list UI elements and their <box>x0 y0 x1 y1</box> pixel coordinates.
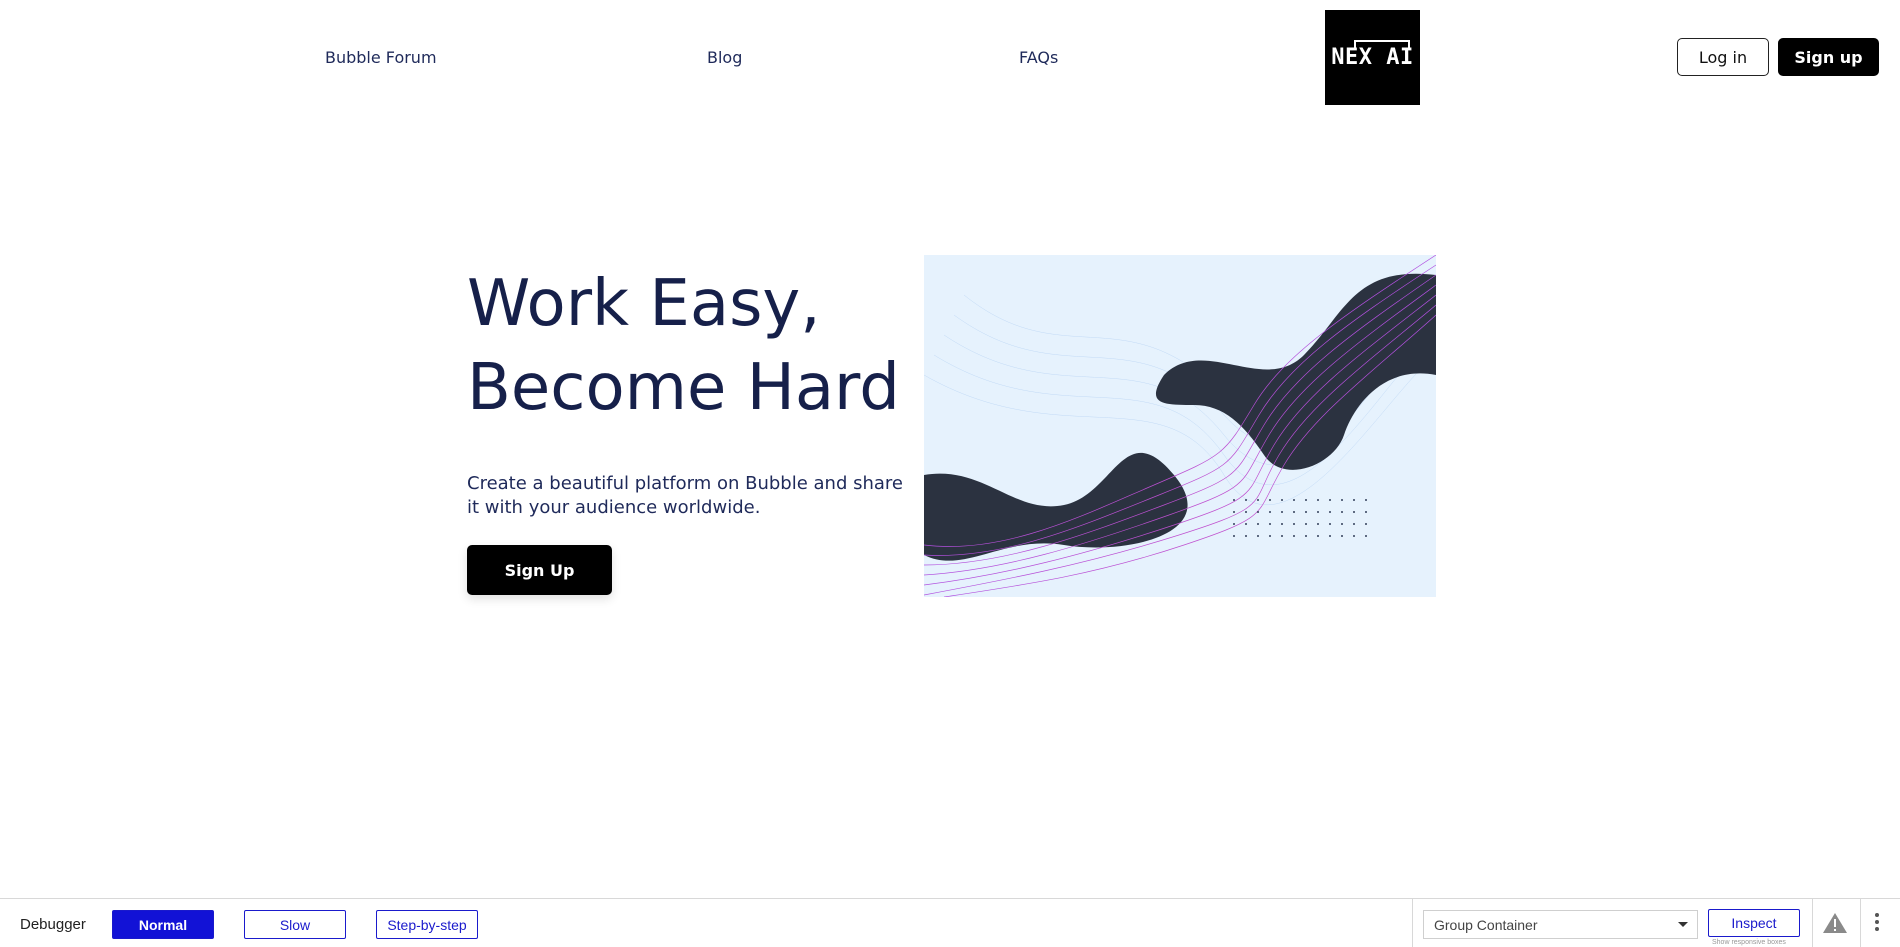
responsive-boxes-toggle[interactable]: Show responsive boxes <box>1712 939 1786 946</box>
nav-bubble-forum[interactable]: Bubble Forum <box>325 48 437 67</box>
divider <box>1812 899 1813 947</box>
logo-text: NEX AI <box>1331 45 1414 70</box>
more-options-icon[interactable] <box>1875 913 1879 934</box>
nav-faqs[interactable]: FAQs <box>1019 48 1058 67</box>
hero-subtitle: Create a beautiful platform on Bubble an… <box>467 473 903 518</box>
debugger-mode-slow[interactable]: Slow <box>244 910 346 939</box>
warning-icon[interactable] <box>1822 912 1848 934</box>
signup-button[interactable]: Sign up <box>1778 38 1879 76</box>
debugger-mode-normal[interactable]: Normal <box>112 910 214 939</box>
hero-signup-button[interactable]: Sign Up <box>467 545 612 595</box>
debugger-label: Debugger <box>20 916 86 933</box>
element-select-value: Group Container <box>1434 917 1538 933</box>
hero-image <box>924 255 1436 597</box>
nav-blog[interactable]: Blog <box>707 48 742 67</box>
chevron-down-icon <box>1678 922 1688 927</box>
login-button[interactable]: Log in <box>1677 38 1769 76</box>
logo[interactable]: NEX AI <box>1325 10 1420 105</box>
element-select[interactable]: Group Container <box>1423 910 1698 939</box>
abstract-wave-illustration <box>924 255 1436 597</box>
divider <box>1860 899 1861 947</box>
debugger-bar: Debugger Normal Slow Step-by-step Group … <box>0 898 1900 947</box>
logo-decoration <box>1354 40 1410 42</box>
hero-title-line2: Become Hard <box>467 351 900 425</box>
divider <box>1412 899 1413 947</box>
debugger-mode-step-by-step[interactable]: Step-by-step <box>376 910 478 939</box>
hero-title-line1: Work Easy, <box>467 267 821 341</box>
hero-title: Work Easy, Become Hard <box>467 262 927 430</box>
inspect-button[interactable]: Inspect <box>1708 909 1800 937</box>
